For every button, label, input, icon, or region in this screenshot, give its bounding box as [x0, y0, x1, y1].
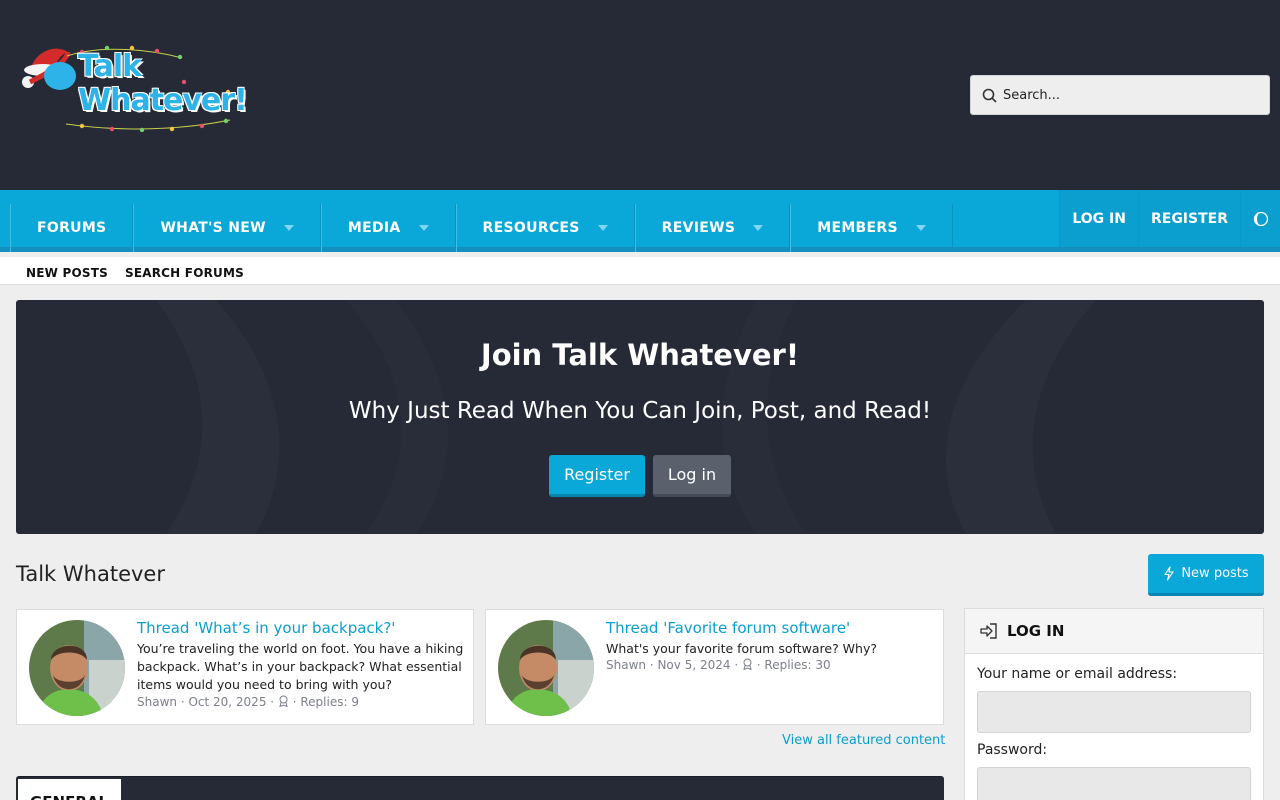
nav-tab-label: FORUMS	[37, 220, 107, 236]
login-widget: LOG IN Your name or email address: Passw…	[964, 608, 1264, 800]
nav-tabs: FORUMS WHAT'S NEW MEDIA RESOURCES REVIEWS MEM…	[10, 198, 953, 252]
caret-down-icon[interactable]	[753, 225, 764, 231]
subnav-search-forums[interactable]: SEARCH FORUMS	[125, 266, 244, 280]
new-posts-label: New posts	[1181, 566, 1249, 581]
join-banner: Join Talk Whatever! Why Just Read When Y…	[16, 300, 1264, 534]
nav-tab-label: MEMBERS	[817, 220, 898, 236]
avatar-photo	[29, 620, 125, 716]
featured-meta: Shawn · Oct 20, 2025 · · Replies: 9	[137, 695, 359, 709]
password-input[interactable]	[977, 767, 1251, 800]
banner-login-button[interactable]: Log in	[653, 455, 731, 497]
avatar[interactable]	[498, 620, 594, 716]
nav-tab-forums[interactable]: FORUMS	[10, 204, 134, 252]
caret-down-icon[interactable]	[418, 225, 429, 231]
sub-nav: NEW POSTS SEARCH FORUMS	[0, 257, 1280, 285]
subnav-new-posts[interactable]: NEW POSTS	[26, 266, 108, 280]
login-widget-title: LOG IN	[1007, 622, 1065, 640]
sign-in-icon	[980, 623, 997, 639]
featured-snippet: What's your favorite forum software? Why…	[606, 641, 877, 656]
featured-card: Thread 'What’s in your backpack?' You’re…	[16, 609, 474, 725]
nav-tab-reviews[interactable]: REVIEWS	[634, 204, 791, 252]
forum-category-header: GENERAL	[16, 776, 944, 800]
style-variation-button[interactable]	[1240, 190, 1280, 247]
featured-date[interactable]: Oct 20, 2025	[188, 695, 266, 709]
featured-award-icon	[279, 695, 288, 708]
caret-down-icon[interactable]	[283, 225, 294, 231]
featured-snippet: You’re traveling the world on foot. You …	[137, 641, 464, 692]
nav-tab-label: MEDIA	[347, 220, 401, 236]
featured-date[interactable]: Nov 5, 2024	[657, 658, 730, 672]
logo-wordmark: Talk Whatever!	[78, 49, 248, 118]
category-tab-general[interactable]: GENERAL	[18, 779, 121, 800]
bolt-icon	[1164, 566, 1174, 581]
main-nav: FORUMS WHAT'S NEW MEDIA RESOURCES REVIEWS MEM…	[0, 190, 1280, 252]
nav-tab-members[interactable]: MEMBERS	[790, 204, 953, 252]
login-widget-header: LOG IN	[965, 609, 1263, 654]
banner-subtitle: Why Just Read When You Can Join, Post, a…	[348, 398, 932, 424]
featured-author[interactable]: Shawn	[606, 658, 646, 672]
style-variation-icon	[1253, 211, 1268, 226]
nav-tab-resources[interactable]: RESOURCES	[455, 204, 635, 252]
banner-title: Join Talk Whatever!	[480, 338, 800, 372]
nav-register-link[interactable]: REGISTER	[1137, 190, 1240, 247]
search-box[interactable]	[970, 75, 1270, 115]
logo-line-1: Talk	[78, 49, 142, 84]
nav-tab-label: WHAT'S NEW	[160, 220, 266, 236]
featured-card: Thread 'Favorite forum software' What's …	[485, 609, 944, 725]
avatar-photo	[498, 620, 594, 716]
site-header: Talk Whatever!	[0, 0, 1280, 190]
featured-title[interactable]: Thread 'What’s in your backpack?'	[137, 619, 395, 637]
nav-login-link[interactable]: LOG IN	[1059, 190, 1138, 247]
password-field-label: Password:	[977, 742, 1048, 758]
nav-tab-label: REVIEWS	[661, 220, 736, 236]
featured-replies: Replies: 9	[300, 695, 359, 709]
name-field-label: Your name or email address:	[977, 666, 1178, 682]
site-logo[interactable]: Talk Whatever!	[22, 42, 248, 132]
new-posts-button[interactable]: New posts	[1148, 554, 1264, 596]
page-title: Talk Whatever	[16, 562, 165, 586]
view-all-featured-link[interactable]: View all featured content	[782, 733, 945, 748]
nav-account-links: LOG IN REGISTER	[1059, 190, 1280, 247]
logo-line-2: Whatever!	[78, 83, 248, 118]
featured-meta: Shawn · Nov 5, 2024 · · Replies: 30	[606, 658, 831, 672]
caret-down-icon[interactable]	[915, 225, 926, 231]
search-input[interactable]	[1003, 76, 1263, 114]
banner-register-button[interactable]: Register	[549, 455, 645, 497]
avatar[interactable]	[29, 620, 125, 716]
nav-tab-label: RESOURCES	[482, 220, 580, 236]
featured-replies: Replies: 30	[764, 658, 831, 672]
nav-tab-media[interactable]: MEDIA	[320, 204, 456, 252]
nav-tab-what-s-new[interactable]: WHAT'S NEW	[133, 204, 321, 252]
name-email-input[interactable]	[977, 691, 1251, 733]
search-icon	[982, 88, 997, 103]
caret-down-icon[interactable]	[597, 225, 608, 231]
featured-title[interactable]: Thread 'Favorite forum software'	[606, 619, 850, 637]
featured-author[interactable]: Shawn	[137, 695, 177, 709]
featured-award-icon	[743, 658, 752, 671]
